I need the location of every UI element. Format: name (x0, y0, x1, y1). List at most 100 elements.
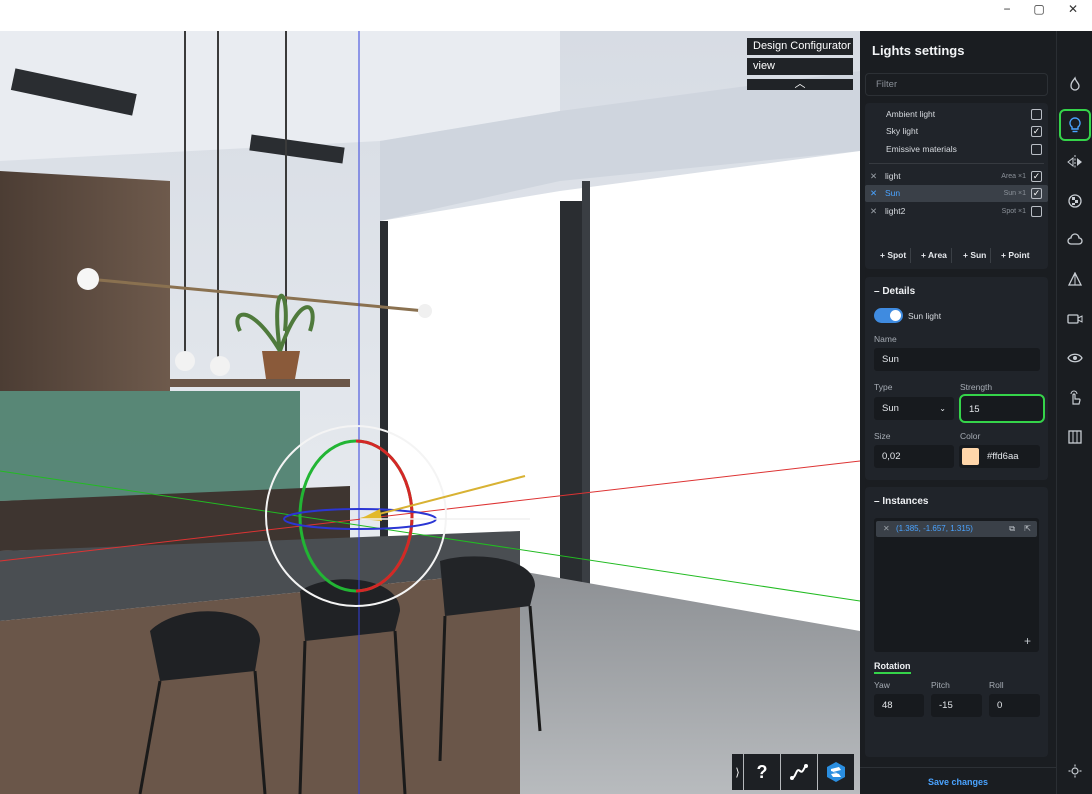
sun-light-toggle[interactable] (874, 308, 903, 323)
sky-light-checkbox[interactable]: ✓ (1031, 126, 1042, 137)
remove-light-icon[interactable]: ✕ (870, 203, 877, 220)
sidebar-item-time[interactable] (1062, 71, 1088, 97)
details-section: – Details Sun light Name Sun Type Sun ⌄ … (865, 277, 1048, 480)
chevron-down-icon: ⌄ (939, 404, 946, 413)
copy-icon[interactable]: ⧉ (1009, 521, 1015, 537)
list-divider (869, 163, 1044, 164)
add-area-button[interactable]: + Area (921, 248, 952, 263)
type-value: Sun (882, 403, 899, 414)
sky-light-row[interactable]: Sky light ✓ (865, 123, 1048, 140)
lights-settings-panel: Lights settings Filter Ambient light Sky… (860, 31, 1056, 794)
emissive-materials-label: Emissive materials (886, 144, 957, 154)
sidebar-item-camera[interactable] (1062, 306, 1088, 332)
minimize-button[interactable]: − (990, 0, 1024, 18)
light-type: Sun ×1 (1003, 190, 1026, 197)
type-label: Type (874, 382, 893, 392)
add-point-button[interactable]: + Point (1001, 248, 1034, 263)
pyramid-icon (1067, 272, 1083, 286)
expand-toolbar-button[interactable]: ⟩ (732, 754, 743, 790)
yaw-label: Yaw (874, 680, 890, 690)
emissive-materials-checkbox[interactable] (1031, 144, 1042, 155)
icon-sidebar (1056, 31, 1092, 794)
ambient-light-row[interactable]: Ambient light (865, 106, 1048, 123)
close-button[interactable]: ✕ (1056, 0, 1090, 18)
emissive-materials-row[interactable]: Emissive materials (865, 141, 1048, 158)
hand-pointer-icon (1070, 390, 1081, 405)
footer-divider (860, 767, 1056, 768)
lights-list: Ambient light Sky light ✓ Emissive mater… (865, 103, 1048, 269)
light-item-sun[interactable]: ✕ Sun Sun ×1 ✓ (865, 185, 1048, 202)
design-configurator-menu[interactable]: Design Configurator (747, 38, 853, 55)
type-select[interactable]: Sun ⌄ (874, 397, 954, 420)
path-tool-button[interactable] (781, 754, 817, 790)
add-spot-button[interactable]: + Spot (880, 248, 912, 263)
light-type: Area ×1 (1001, 173, 1026, 180)
color-label: Color (960, 431, 981, 441)
ambient-light-label: Ambient light (886, 109, 936, 119)
instances-section: – Instances ✕ (1.385, -1.657, 1.315) ⧉ ⇱… (865, 487, 1048, 757)
collapse-menu-button[interactable]: ︿ (747, 79, 853, 90)
light-name: light (885, 171, 901, 181)
sidebar-item-layout[interactable] (1062, 424, 1088, 450)
sidebar-item-visibility[interactable] (1062, 345, 1088, 371)
add-sun-button[interactable]: + Sun (963, 248, 992, 263)
3d-viewport[interactable]: Design Configurator view ︿ ⟩ ? (0, 31, 860, 794)
mirror-icon (1067, 155, 1082, 169)
name-label: Name (874, 334, 897, 344)
app-logo-button[interactable] (818, 754, 854, 790)
flame-icon (1070, 76, 1080, 91)
light-item-light2[interactable]: ✕ light2 Spot ×1 (865, 203, 1048, 220)
sidebar-item-geometry[interactable] (1062, 267, 1088, 293)
remove-light-icon[interactable]: ✕ (870, 185, 877, 202)
add-instance-button[interactable]: + (1024, 634, 1031, 648)
sidebar-item-materials[interactable] (1062, 188, 1088, 214)
remove-light-icon[interactable]: ✕ (870, 168, 877, 185)
sun-light-label: Sun light (908, 311, 942, 321)
path-curve-icon (790, 764, 808, 780)
sun-settings-icon (1068, 764, 1082, 778)
details-title[interactable]: – Details (874, 286, 915, 297)
light-type: Spot ×1 (1001, 208, 1026, 215)
select-pointer-icon[interactable]: ⇱ (1024, 521, 1031, 537)
kitchen-scene-render (0, 31, 860, 794)
filter-input[interactable]: Filter (865, 73, 1048, 96)
instances-list: ✕ (1.385, -1.657, 1.315) ⧉ ⇱ + (874, 518, 1039, 652)
pitch-input[interactable]: -15 (931, 694, 982, 717)
light-item-light[interactable]: ✕ light Area ×1 ✓ (865, 168, 1048, 185)
light-visible-checkbox[interactable]: ✓ (1031, 171, 1042, 182)
ambient-light-checkbox[interactable] (1031, 109, 1042, 120)
sidebar-item-mirror[interactable] (1062, 149, 1088, 175)
instance-item[interactable]: ✕ (1.385, -1.657, 1.315) ⧉ ⇱ (876, 521, 1037, 537)
instances-title[interactable]: – Instances (874, 496, 928, 507)
window-titlebar: − ▢ ✕ (0, 0, 1092, 31)
strength-input[interactable]: 15 (959, 394, 1045, 423)
color-hex-value: #ffd6aa (987, 451, 1019, 462)
yaw-input[interactable]: 48 (874, 694, 924, 717)
color-swatch[interactable] (962, 448, 979, 465)
light-visible-checkbox[interactable]: ✓ (1031, 188, 1042, 199)
sidebar-item-environment[interactable] (1062, 227, 1088, 253)
light-name: light2 (885, 206, 906, 216)
sidebar-item-settings[interactable] (1062, 758, 1088, 784)
logo-icon (827, 762, 845, 782)
size-label: Size (874, 431, 891, 441)
view-menu[interactable]: view (747, 58, 853, 75)
sidebar-item-interaction[interactable] (1062, 385, 1088, 411)
light-name: Sun (885, 188, 901, 198)
save-changes-button[interactable]: Save changes (860, 777, 1056, 787)
add-light-bar: + Spot + Area + Sun + Point (865, 243, 1048, 267)
size-input[interactable]: 0,02 (874, 445, 954, 468)
name-input[interactable]: Sun (874, 348, 1040, 371)
light-visible-checkbox[interactable] (1031, 206, 1042, 217)
rotation-tab[interactable]: Rotation (874, 661, 911, 674)
remove-instance-icon[interactable]: ✕ (883, 524, 890, 533)
instance-coords: (1.385, -1.657, 1.315) (895, 524, 973, 533)
sky-light-label: Sky light (886, 126, 919, 136)
toggle-knob (890, 310, 901, 321)
sidebar-item-lights[interactable] (1059, 109, 1091, 141)
roll-input[interactable]: 0 (989, 694, 1040, 717)
video-camera-icon (1067, 314, 1083, 324)
color-input[interactable]: #ffd6aa (959, 445, 1040, 468)
help-button[interactable]: ? (744, 754, 780, 790)
restore-button[interactable]: ▢ (1022, 0, 1056, 18)
